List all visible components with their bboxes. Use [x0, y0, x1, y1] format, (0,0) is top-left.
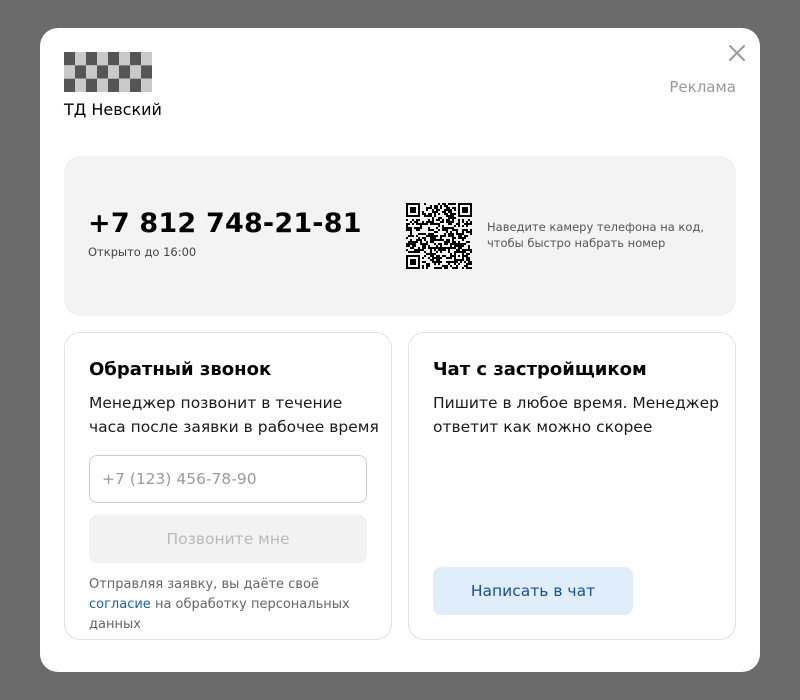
consent-text: Отправляя заявку, вы даёте своё согласие…: [89, 575, 379, 635]
qr-hint: Наведите камеру телефона на код, чтобы б…: [487, 220, 705, 250]
contact-modal: ТД Невский Реклама +7 812 748-21-81 Откр…: [40, 28, 760, 672]
close-icon[interactable]: [726, 42, 748, 64]
company-name: ТД Невский: [64, 100, 162, 119]
ad-label: Реклама: [669, 78, 736, 96]
consent-lead: Отправляя заявку, вы даёте своё: [89, 577, 319, 592]
callback-title: Обратный звонок: [89, 359, 272, 380]
phone-panel: +7 812 748-21-81 Открыто до 16:00 Наведи…: [64, 156, 736, 316]
chat-title: Чат с застройщиком: [433, 359, 647, 380]
call-me-button[interactable]: Позвоните мне: [89, 515, 367, 563]
qr-code-icon: [406, 203, 472, 269]
write-to-chat-button[interactable]: Написать в чат: [433, 567, 633, 615]
chat-description: Пишите в любое время. Менеджер ответит к…: [433, 394, 720, 436]
checkered-flag-logo: [64, 52, 152, 92]
callback-description: Менеджер позвонит в течение часа после з…: [89, 394, 379, 436]
phone-input[interactable]: [89, 455, 367, 503]
open-hours: Открыто до 16:00: [88, 245, 197, 259]
consent-link[interactable]: согласие: [89, 597, 151, 612]
phone-number[interactable]: +7 812 748-21-81: [88, 208, 362, 239]
callback-card: Обратный звонок Менеджер позвонит в тече…: [64, 332, 392, 640]
chat-card: Чат с застройщиком Пишите в любое время.…: [408, 332, 736, 640]
